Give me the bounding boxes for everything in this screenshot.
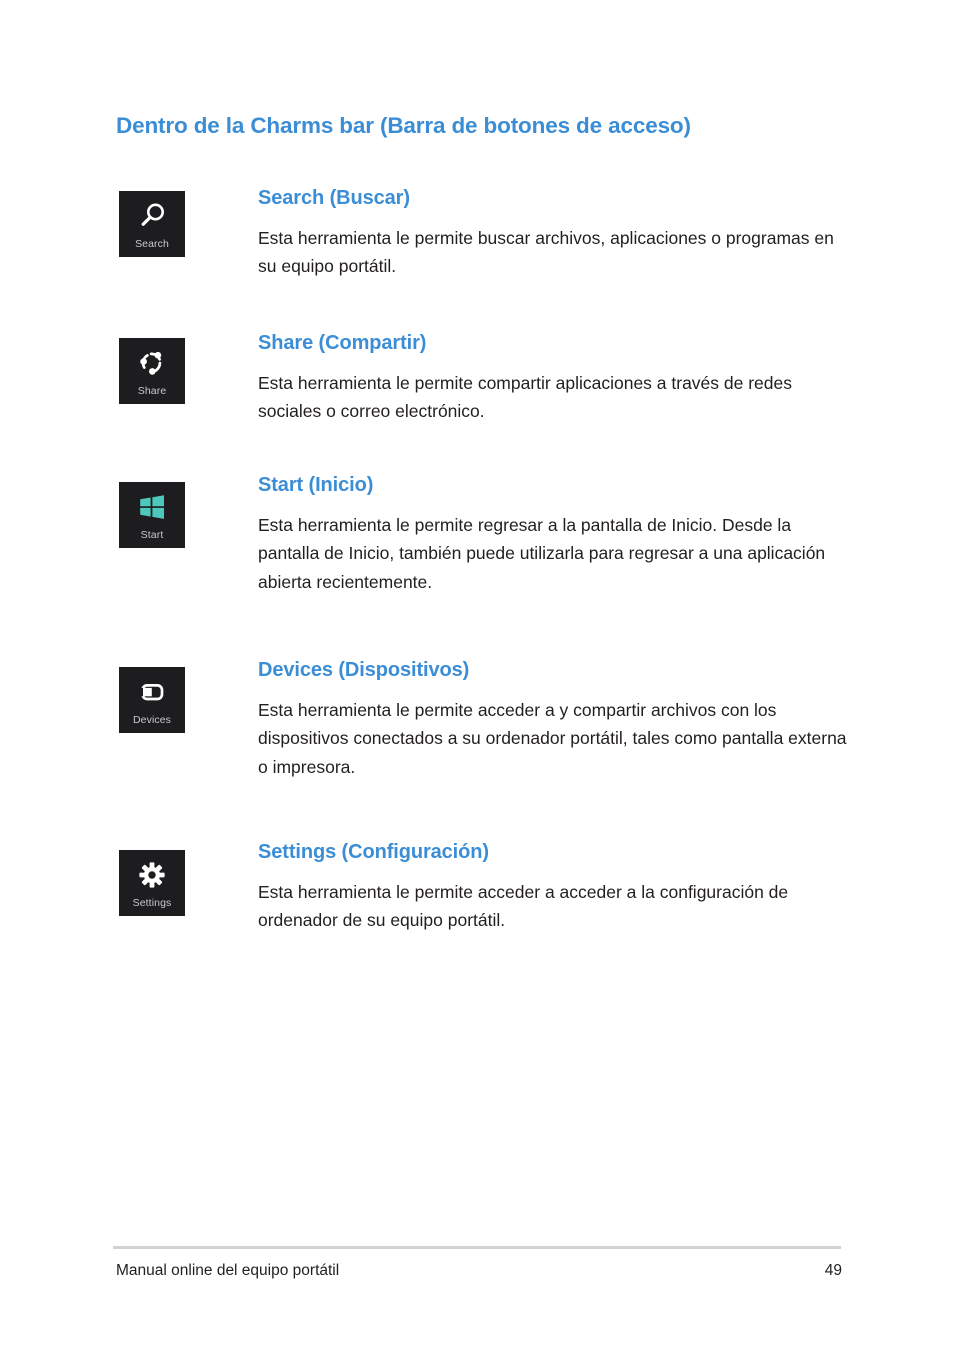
charm-body-search: Search (Buscar) Esta herramienta le perm… [258,186,858,281]
footer-label: Manual online del equipo portátil [116,1262,340,1279]
devices-tile-label: Devices [132,714,172,726]
charm-text-search: Esta herramienta le permite buscar archi… [258,228,834,277]
settings-tile: Settings [119,850,185,916]
start-windows-icon [119,489,185,525]
page-number: 49 [824,1262,842,1279]
settings-tile-label: Settings [132,897,172,909]
start-tile: Start [119,482,185,548]
devices-icon [119,674,185,710]
charm-title-search: Search (Buscar) [258,187,410,209]
search-tile-label: Search [135,238,169,250]
search-tile: Search [119,191,185,257]
document-page: Dentro de la Charms bar (Barra de botone… [0,0,954,1345]
charm-text-share: Esta herramienta le permite compartir ap… [258,373,792,422]
footer-divider [113,1246,841,1249]
search-icon [119,198,185,234]
charm-body-settings: Settings (Configuración) Esta herramient… [258,840,858,935]
charm-title-share: Share (Compartir) [258,332,427,354]
charm-body-share: Share (Compartir) Esta herramienta le pe… [258,331,858,426]
share-tile: Share [119,338,185,404]
share-tile-label: Share [137,385,167,397]
charm-text-devices: Esta herramienta le permite acceder a y … [258,700,847,777]
charm-body-start: Start (Inicio) Esta herramienta le permi… [258,473,858,596]
charm-body-devices: Devices (Dispositivos) Esta herramienta … [258,658,858,781]
settings-gear-icon [119,857,185,893]
charm-text-start: Esta herramienta le permite regresar a l… [258,515,826,592]
devices-tile: Devices [119,667,185,733]
charm-title-devices: Devices (Dispositivos) [258,659,470,681]
charm-title-settings: Settings (Configuración) [258,841,489,863]
charm-title-start: Start (Inicio) [258,474,374,496]
start-tile-label: Start [140,529,164,541]
charm-text-settings: Esta herramienta le permite acceder a ac… [258,882,789,931]
share-icon [119,345,185,381]
page-title: Dentro de la Charms bar (Barra de botone… [116,113,691,138]
